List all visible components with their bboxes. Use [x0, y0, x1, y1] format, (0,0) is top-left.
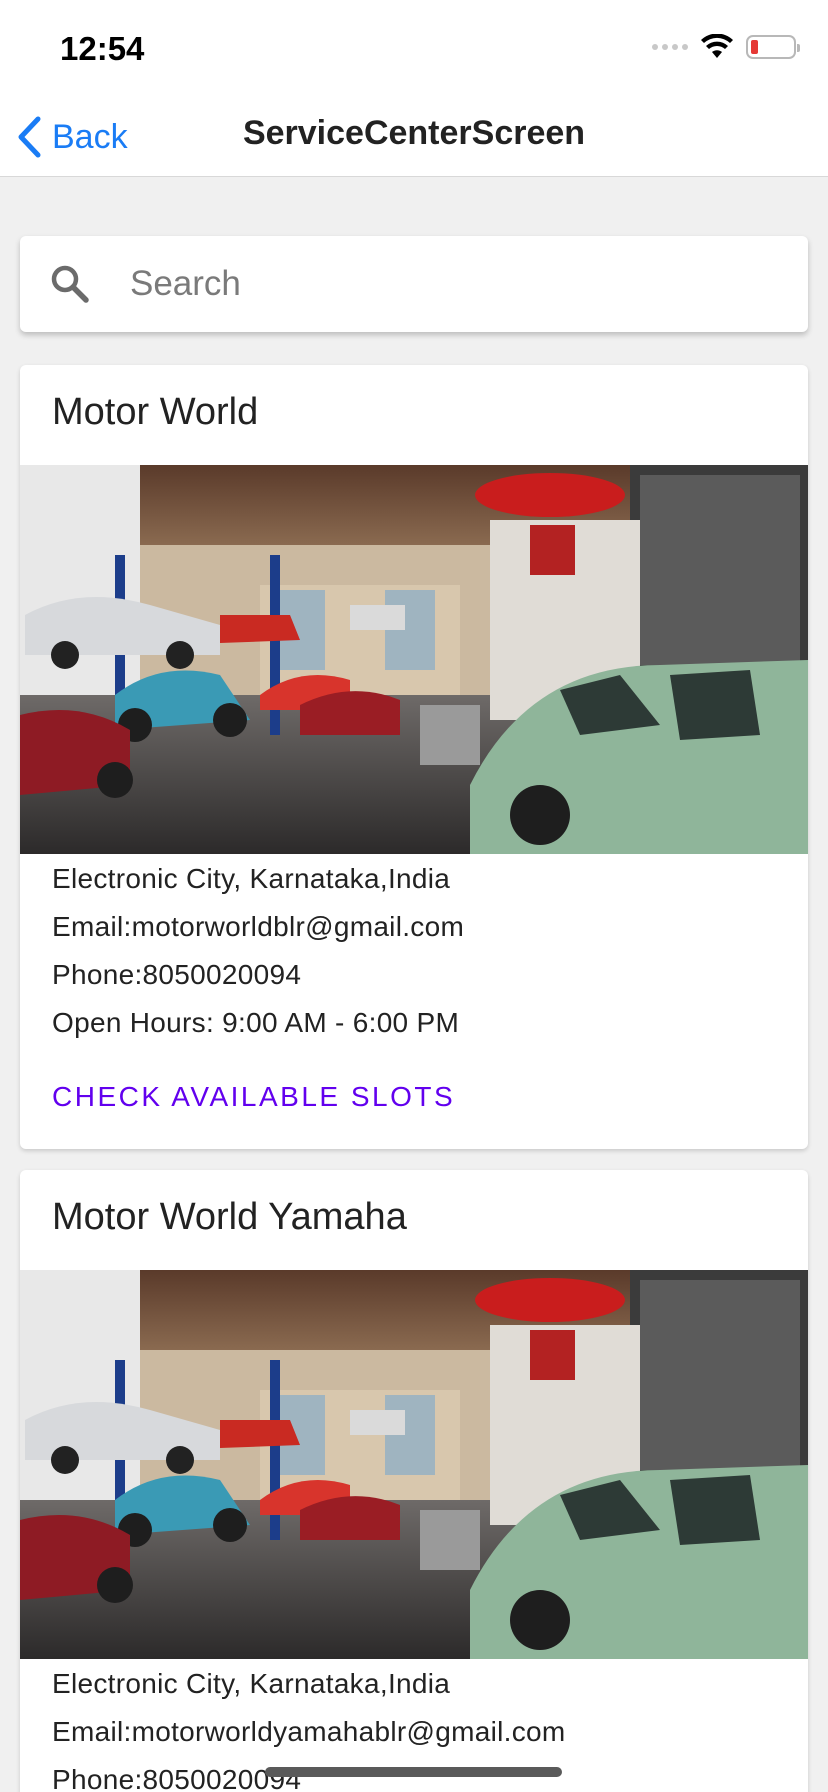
email-text: Email:motorworldblr@gmail.com	[52, 911, 465, 942]
address-text: Electronic City, Karnataka,India	[52, 863, 451, 894]
check-available-slots-button[interactable]: CHECK AVAILABLE SLOTS	[52, 1081, 455, 1113]
email-text: Email:motorworldyamahablr@gmail.com	[52, 1716, 566, 1747]
status-bar: 12:54	[0, 0, 828, 100]
garage-photo	[20, 465, 808, 854]
navigation-bar: Back ServiceCenterScreen	[0, 100, 828, 177]
address-text: Electronic City, Karnataka,India	[52, 1668, 451, 1699]
search-input[interactable]	[130, 264, 808, 304]
service-center-card: Motor World Electronic City, Karnataka,I…	[20, 365, 808, 1149]
wifi-icon	[701, 34, 733, 58]
phone-text: Phone:8050020094	[52, 1764, 302, 1792]
search-bar	[20, 236, 808, 332]
home-indicator[interactable]	[265, 1767, 562, 1777]
cellular-signal-icon	[652, 44, 688, 50]
phone-text: Phone:8050020094	[52, 959, 302, 990]
service-center-name: Motor World	[52, 391, 259, 433]
battery-icon	[746, 35, 800, 59]
service-center-name: Motor World Yamaha	[52, 1196, 407, 1238]
status-icons	[652, 34, 800, 60]
garage-photo	[20, 1270, 808, 1659]
service-center-card: Motor World Yamaha Electronic City, Karn…	[20, 1170, 808, 1792]
status-time: 12:54	[60, 30, 145, 67]
search-icon	[51, 265, 89, 303]
open-hours-text: Open Hours: 9:00 AM - 6:00 PM	[52, 1007, 460, 1038]
page-title: ServiceCenterScreen	[242, 114, 586, 152]
